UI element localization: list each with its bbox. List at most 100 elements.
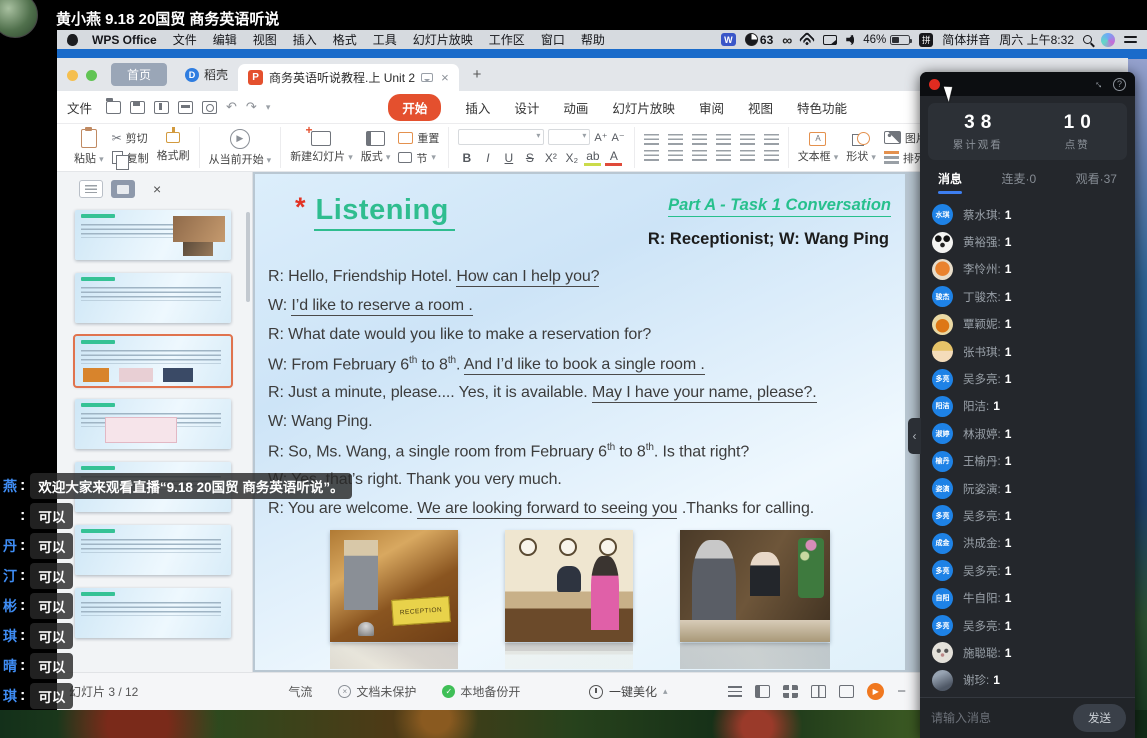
redo-icon[interactable]: ↷ xyxy=(246,99,257,115)
control-center-icon[interactable] xyxy=(1124,36,1137,43)
play-from-current-button[interactable]: ▶ 从当前开始 ▾ xyxy=(209,129,272,167)
ribbon-tab-3[interactable]: 设计 xyxy=(514,98,539,117)
align-right-icon[interactable] xyxy=(692,150,707,161)
menubar-clock[interactable]: 周六 上午8:32 xyxy=(999,31,1074,48)
slide-sorter-icon[interactable] xyxy=(783,685,798,698)
menubar-item[interactable]: 格式 xyxy=(333,31,357,48)
zoom-button[interactable] xyxy=(86,70,97,81)
export-icon[interactable] xyxy=(154,101,169,114)
decrease-indent-icon[interactable] xyxy=(692,134,707,145)
slideshow-play-icon[interactable]: ▶ xyxy=(867,683,884,700)
zoom-out-icon[interactable]: − xyxy=(897,683,906,700)
text-direction-icon[interactable] xyxy=(764,134,779,145)
print-preview-icon[interactable] xyxy=(202,101,217,114)
copy-button[interactable]: 复制 xyxy=(112,150,149,166)
tab-home[interactable]: 首页 xyxy=(111,63,167,86)
volume-icon[interactable] xyxy=(846,35,854,45)
section-button[interactable]: 节 ▾ xyxy=(398,150,439,166)
menubar-item[interactable]: 窗口 xyxy=(541,31,565,48)
menubar-item[interactable]: 文件 xyxy=(173,31,197,48)
font-button-3[interactable]: U xyxy=(500,151,517,165)
slide-thumbnail-4[interactable] xyxy=(75,399,231,449)
panel-collapse-handle[interactable]: ‹ xyxy=(908,418,921,454)
outline-view-toggle[interactable] xyxy=(79,180,103,198)
font-color-button[interactable]: A xyxy=(605,149,622,166)
local-backup-status[interactable]: ✓ 本地备份开 xyxy=(442,683,520,700)
align-left-icon[interactable] xyxy=(644,150,659,161)
line-spacing-icon[interactable] xyxy=(740,134,755,145)
font-size-select[interactable] xyxy=(548,129,590,145)
close-tab-icon[interactable]: × xyxy=(441,70,449,85)
battery-indicator[interactable]: 46% xyxy=(863,34,910,46)
increase-indent-icon[interactable] xyxy=(716,134,731,145)
justify-icon[interactable] xyxy=(716,150,731,161)
ribbon-tab-5[interactable]: 幻灯片放映 xyxy=(612,98,675,117)
slide[interactable]: * Listening Part A - Task 1 Conversation… xyxy=(255,174,905,670)
reading-view-icon[interactable] xyxy=(811,685,826,698)
comment-bubble-icon[interactable] xyxy=(421,73,433,82)
format-painter-button[interactable]: 格式刷 xyxy=(157,132,190,163)
help-icon[interactable]: ? xyxy=(1113,78,1126,91)
numbering-icon[interactable] xyxy=(764,150,779,161)
undo-icon[interactable]: ↶ xyxy=(226,99,237,115)
presenter-view-icon[interactable] xyxy=(839,685,854,698)
ribbon-tab-4[interactable]: 动画 xyxy=(563,98,588,117)
menubar-item[interactable]: 视图 xyxy=(253,31,277,48)
record-indicator-icon[interactable] xyxy=(929,79,940,90)
number-list-icon[interactable] xyxy=(668,134,683,145)
font-button-6[interactable]: X₂ xyxy=(563,151,580,165)
tab-connect-mic[interactable]: 连麦·0 xyxy=(1001,170,1036,194)
siri-icon[interactable] xyxy=(1101,33,1115,47)
ribbon-tab-1[interactable]: 开始 xyxy=(388,94,441,121)
ribbon-tab-6[interactable]: 审阅 xyxy=(699,98,724,117)
ribbon-tab-7[interactable]: 视图 xyxy=(748,98,773,117)
font-family-select[interactable] xyxy=(458,129,544,145)
sidebar-scrollbar[interactable] xyxy=(246,212,250,302)
slide-thumbnail-2[interactable] xyxy=(75,273,231,323)
input-method-icon[interactable]: 拼 xyxy=(919,33,933,47)
tab-docer[interactable]: D 稻壳 xyxy=(175,63,238,86)
shapes-button[interactable]: 形状 ▾ xyxy=(846,132,876,164)
paste-button[interactable]: 粘贴 ▾ xyxy=(74,150,104,166)
increase-font-button[interactable]: A⁺ xyxy=(594,131,607,144)
normal-view-icon[interactable] xyxy=(755,685,770,698)
new-slide-button[interactable]: 新建幻灯片 ▾ xyxy=(290,131,353,164)
customize-caret-icon[interactable]: ▾ xyxy=(266,102,271,113)
decrease-font-button[interactable]: A⁻ xyxy=(612,131,625,144)
close-sidebar-icon[interactable]: × xyxy=(153,181,161,197)
spotlight-search-icon[interactable] xyxy=(1083,35,1092,44)
print-icon[interactable] xyxy=(178,101,193,114)
new-tab-button[interactable]: + xyxy=(473,66,482,83)
save-icon[interactable] xyxy=(130,101,145,114)
columns-icon[interactable] xyxy=(740,150,755,161)
font-button-1[interactable]: B xyxy=(458,151,475,165)
chat-input[interactable] xyxy=(929,710,1067,726)
align-center-icon[interactable] xyxy=(668,150,683,161)
reset-button[interactable]: 重置 xyxy=(398,130,439,146)
font-button-2[interactable]: I xyxy=(479,151,496,165)
font-button-4[interactable]: S xyxy=(521,151,538,165)
cut-button[interactable]: ✂剪切 xyxy=(112,130,149,146)
rings-icon[interactable]: ∞ xyxy=(782,32,790,48)
collapse-window-icon[interactable]: ↔ xyxy=(1091,76,1107,92)
notes-toggle-icon[interactable] xyxy=(728,686,742,696)
bullet-list-icon[interactable] xyxy=(644,134,659,145)
input-method-name[interactable]: 简体拼音 xyxy=(942,31,990,48)
thumbnail-view-toggle[interactable] xyxy=(111,180,135,198)
menubar-item[interactable]: 工作区 xyxy=(489,31,525,48)
open-icon[interactable] xyxy=(106,101,121,114)
textbox-button[interactable]: A 文本框 ▾ xyxy=(798,132,839,164)
file-menu-button[interactable]: 文件 xyxy=(67,98,92,117)
apple-menu-icon[interactable] xyxy=(67,34,78,46)
wifi-icon[interactable] xyxy=(799,34,814,45)
highlight-color-button[interactable]: ab xyxy=(584,149,601,166)
menubar-item[interactable]: 编辑 xyxy=(213,31,237,48)
one-click-beautify-button[interactable]: 一键美化 ▴ xyxy=(589,683,668,700)
layout-button[interactable]: 版式 ▾ xyxy=(361,131,391,164)
counter-tray-icon[interactable]: 63 xyxy=(745,33,773,47)
ribbon-tab-8[interactable]: 特色功能 xyxy=(797,98,847,117)
tab-watching[interactable]: 观看·37 xyxy=(1076,170,1117,194)
menubar-item[interactable]: 幻灯片放映 xyxy=(413,31,473,48)
wps-tray-icon[interactable]: W xyxy=(721,33,736,46)
chat-message-list[interactable]: 水琪蔡水琪:1黄裕强:1李怜州:1骏杰丁骏杰:1覃颖妮:1张书琪:1多亮吴多亮:… xyxy=(920,194,1135,697)
